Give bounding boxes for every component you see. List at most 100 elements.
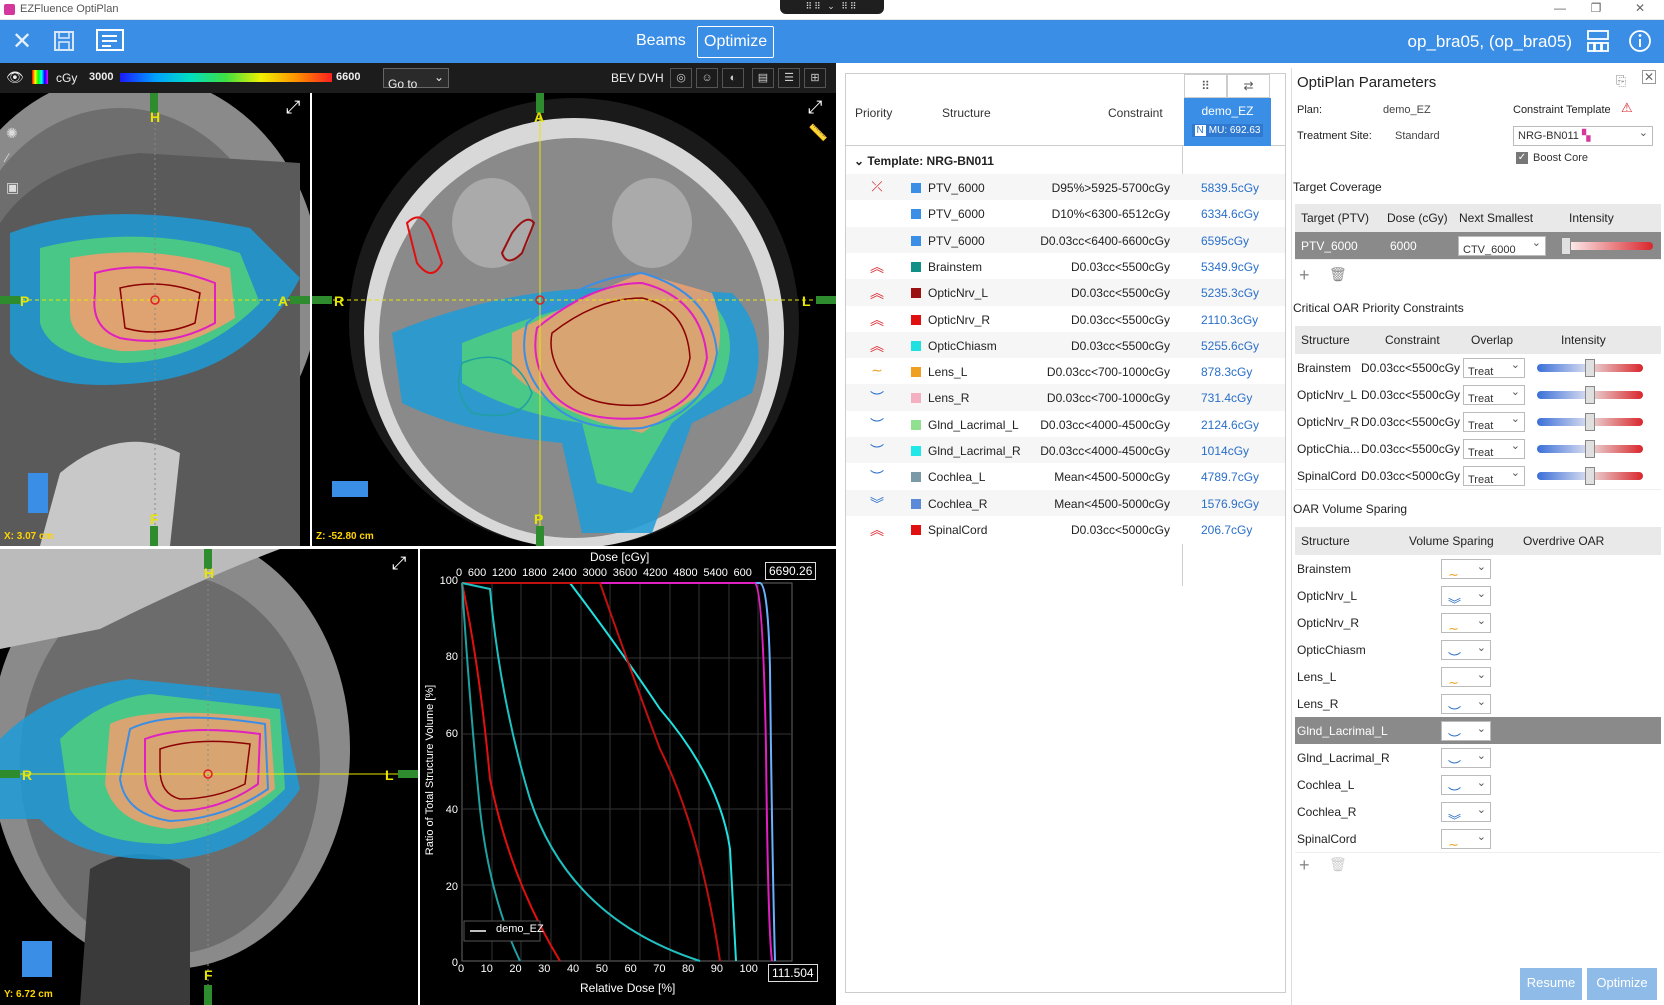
slider-knob[interactable]	[1585, 413, 1595, 431]
volume-sparing-row[interactable]: OpticNrv_L ︾	[1295, 582, 1661, 612]
priority-icon[interactable]	[864, 231, 890, 249]
target-dose[interactable]: 6000	[1390, 239, 1417, 253]
overlap-dropdown[interactable]: Treat	[1463, 466, 1525, 486]
info-icon[interactable]	[1626, 27, 1654, 55]
constraint-row[interactable]: ∼ Lens_L D0.03cc<700-1000cGy 878.3cGy	[846, 358, 1285, 387]
volume-sparing-dropdown[interactable]: ∼	[1441, 829, 1491, 852]
constraint-row[interactable]: ︶ Glnd_Lacrimal_L D0.03cc<4000-4500cGy 2124…	[846, 410, 1285, 439]
expand-icon[interactable]: ⤢	[392, 553, 406, 574]
template-edit-icon[interactable]: ▚	[1582, 130, 1590, 142]
constraint-row[interactable]: ︶ Glnd_Lacrimal_R D0.03cc<4000-4500cGy 1014…	[846, 437, 1285, 465]
volume-sparing-row[interactable]: OpticChiasm ︶	[1295, 636, 1661, 666]
snap-handle[interactable]: ⠿⠿ ⌄ ⠿⠿	[780, 0, 884, 14]
priority-icon[interactable]: ∼	[864, 362, 890, 380]
ruler-icon[interactable]: 📏	[808, 123, 828, 143]
priority-icon[interactable]: ⤫	[864, 178, 890, 196]
target-intensity-slider[interactable]	[1561, 237, 1653, 255]
colormap-icon[interactable]	[32, 70, 48, 84]
constraint-row[interactable]: ︽ OpticChiasm D0.03cc<5500cGy 5255.6cGy	[846, 331, 1285, 360]
priority-icon[interactable]: ︶	[864, 467, 890, 485]
constraint-row[interactable]: ︽ Brainstem D0.03cc<5500cGy 5349.9cGy	[846, 252, 1285, 281]
visibility-eye-icon[interactable]: 👁	[6, 69, 24, 86]
volume-sparing-dropdown[interactable]: ︾	[1441, 802, 1491, 828]
head-view-icon[interactable]: ◎	[670, 68, 692, 88]
volume-sparing-dropdown[interactable]: ︶	[1441, 775, 1491, 801]
constraint-row[interactable]: ︽ SpinalCord D0.03cc<5000cGy 206.7cGy	[846, 515, 1285, 544]
goto-dropdown[interactable]: Go to ⌄	[383, 68, 449, 91]
overlap-dropdown[interactable]: Treat	[1463, 412, 1525, 432]
save-icon[interactable]	[50, 27, 78, 55]
volume-sparing-row[interactable]: OpticNrv_R ∼	[1295, 609, 1661, 637]
volume-sparing-dropdown[interactable]: ∼	[1441, 613, 1491, 636]
layout-2x1-icon[interactable]: ☰	[778, 68, 800, 88]
overlap-dropdown[interactable]: Treat	[1463, 385, 1525, 405]
optimize-button[interactable]: Optimize	[1587, 968, 1657, 1000]
slider-knob[interactable]	[1585, 386, 1595, 404]
priority-icon[interactable]: ︽	[864, 520, 890, 538]
volume-sparing-dropdown[interactable]: ︶	[1441, 640, 1491, 666]
minimize-button[interactable]: —	[1548, 1, 1572, 15]
priority-icon[interactable]: ︽	[864, 283, 890, 301]
overlap-dropdown[interactable]: Treat	[1463, 358, 1525, 378]
resume-button[interactable]: Resume	[1520, 968, 1582, 1000]
oar-intensity-slider[interactable]	[1537, 413, 1643, 431]
boost-core-checkbox[interactable]: ✓	[1516, 152, 1528, 164]
sagittal-viewport[interactable]: H F P A X: 3.07 cm ⤢ ✺ ⁄ ▣	[0, 93, 310, 546]
volume-sparing-dropdown[interactable]: ︾	[1441, 586, 1491, 612]
volume-sparing-row[interactable]: Brainstem ∼	[1295, 555, 1661, 583]
template-group-header[interactable]: ⌄ Template: NRG-BN011	[846, 150, 1285, 172]
layout-2x2-icon[interactable]: ⊞	[804, 68, 826, 88]
priority-icon[interactable]	[864, 204, 890, 222]
volume-sparing-row[interactable]: Cochlea_R ︾	[1295, 798, 1661, 828]
close-window-button[interactable]: ✕	[1628, 1, 1652, 15]
volume-sparing-dropdown[interactable]: ∼	[1441, 559, 1491, 582]
volume-sparing-row[interactable]: Lens_R ︶	[1295, 690, 1661, 720]
priority-icon[interactable]: ︶	[864, 441, 890, 459]
expand-icon[interactable]: ⤢	[286, 97, 300, 118]
constraint-row[interactable]: ⤫ PTV_6000 D95%>5925-5700cGy 5839.5cGy	[846, 174, 1285, 202]
slider-knob[interactable]	[1585, 467, 1595, 485]
profile-view-icon[interactable]: ◐	[722, 68, 744, 88]
dvh-viewport[interactable]: Dose [cGy] 0 600 1200 1800 2400 3000 3600 4200 4…	[420, 549, 836, 1005]
constraint-row[interactable]: ︽ OpticNrv_R D0.03cc<5500cGy 2110.3cGy	[846, 305, 1285, 334]
plan-column-header[interactable]: demo_EZ N MU: 692.63	[1184, 98, 1271, 146]
priority-icon[interactable]: ︽	[864, 257, 890, 275]
add-icon[interactable]: +	[1299, 265, 1310, 286]
oar-intensity-slider[interactable]	[1537, 467, 1643, 485]
delete-icon[interactable]: 🗑	[1329, 266, 1347, 283]
layout-icon[interactable]	[1584, 27, 1612, 55]
volume-sparing-row[interactable]: Lens_L ∼	[1295, 663, 1661, 691]
oar-priority-row[interactable]: OpticNrv_L D0.03cc<5500cGy Treat	[1295, 381, 1661, 409]
expand-icon[interactable]: ⤢	[808, 97, 822, 118]
constraint-row[interactable]: ︾ Cochlea_R Mean<4500-5000cGy 1576.9cGy	[846, 489, 1285, 518]
window-level-icon[interactable]: ⁄	[6, 151, 8, 165]
beams-button[interactable]: Beams	[630, 26, 692, 58]
layout-1x2-icon[interactable]: ▤	[752, 68, 774, 88]
overlap-dropdown[interactable]: Treat	[1463, 439, 1525, 459]
slider-knob[interactable]	[1561, 237, 1571, 255]
close-panel-icon[interactable]: ✕	[1642, 70, 1656, 84]
constraint-row[interactable]: PTV_6000 D0.03cc<6400-6600cGy 6595cGy	[846, 226, 1285, 255]
constraint-row[interactable]: ︶ Lens_R D0.03cc<700-1000cGy 731.4cGy	[846, 384, 1285, 413]
constraint-row[interactable]: ︶ Cochlea_L Mean<4500-5000cGy 4789.7cGy	[846, 463, 1285, 492]
oar-priority-row[interactable]: OpticChia... D0.03cc<5500cGy Treat	[1295, 435, 1661, 463]
volume-sparing-dropdown[interactable]: ∼	[1441, 667, 1491, 690]
volume-sparing-row[interactable]: Glnd_Lacrimal_R ︶	[1295, 744, 1661, 774]
volume-sparing-row[interactable]: Cochlea_L ︶	[1295, 771, 1661, 801]
swap-icon[interactable]: ⇄	[1227, 74, 1270, 98]
volume-sparing-row[interactable]: Glnd_Lacrimal_L ︶	[1295, 717, 1661, 747]
drag-handle-icon[interactable]: ⠿	[1184, 74, 1227, 98]
face-view-icon[interactable]: ☺	[696, 68, 718, 88]
oar-priority-row[interactable]: OpticNrv_R D0.03cc<5500cGy Treat	[1295, 408, 1661, 436]
constraint-row[interactable]: PTV_6000 D10%<6300-6512cGy 6334.6cGy	[846, 200, 1285, 229]
constraint-row[interactable]: ︽ OpticNrv_L D0.03cc<5500cGy 5235.3cGy	[846, 279, 1285, 308]
image-info-icon[interactable]: ▣	[6, 179, 19, 196]
axial-viewport[interactable]: A P R L Z: -52.80 cm ⤢ 📏	[312, 93, 836, 546]
add-icon[interactable]: +	[1299, 855, 1310, 876]
volume-sparing-dropdown[interactable]: ︶	[1441, 694, 1491, 720]
restore-button[interactable]: ❐	[1584, 1, 1608, 15]
target-row[interactable]: PTV_6000 6000 CTV_6000	[1295, 232, 1661, 260]
oar-priority-row[interactable]: SpinalCord D0.03cc<5000cGy Treat	[1295, 462, 1661, 490]
coronal-viewport[interactable]: H F R L Y: 6.72 cm ⤢	[0, 549, 418, 1005]
oar-intensity-slider[interactable]	[1537, 386, 1643, 404]
